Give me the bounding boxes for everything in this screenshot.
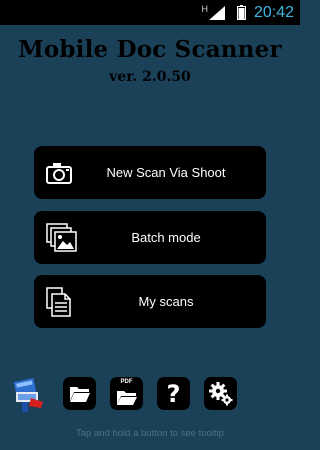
- help-button[interactable]: ?: [157, 377, 190, 410]
- new-scan-button[interactable]: New Scan Via Shoot: [34, 146, 266, 199]
- open-folder-button[interactable]: [63, 377, 96, 410]
- new-scan-label: New Scan Via Shoot: [106, 165, 226, 180]
- app-logo-icon[interactable]: [13, 378, 45, 412]
- signal-icon: [208, 5, 225, 20]
- app-version: ver. 2.0.50: [109, 69, 191, 85]
- pdf-label: PDF: [120, 379, 133, 385]
- batch-mode-button[interactable]: Batch mode: [34, 211, 266, 264]
- my-scans-label: My scans: [138, 294, 194, 309]
- tooltip-hint: Tap and hold a button to see tooltip: [76, 428, 224, 439]
- settings-icon: [208, 381, 232, 405]
- batch-mode-label: Batch mode: [131, 230, 201, 245]
- network-type: H: [201, 3, 208, 14]
- pdf-folder-icon: [116, 390, 137, 405]
- my-scans-button[interactable]: My scans: [34, 275, 266, 328]
- status-bar: H 20:42: [0, 0, 300, 25]
- help-icon: ?: [166, 379, 181, 408]
- pdf-folder-button[interactable]: PDF: [110, 377, 143, 410]
- clock: 20:42: [253, 3, 294, 21]
- settings-button[interactable]: [204, 377, 237, 410]
- app-title: Mobile Doc Scanner: [18, 36, 282, 63]
- folder-open-icon: [69, 386, 90, 402]
- battery-icon: [236, 5, 246, 20]
